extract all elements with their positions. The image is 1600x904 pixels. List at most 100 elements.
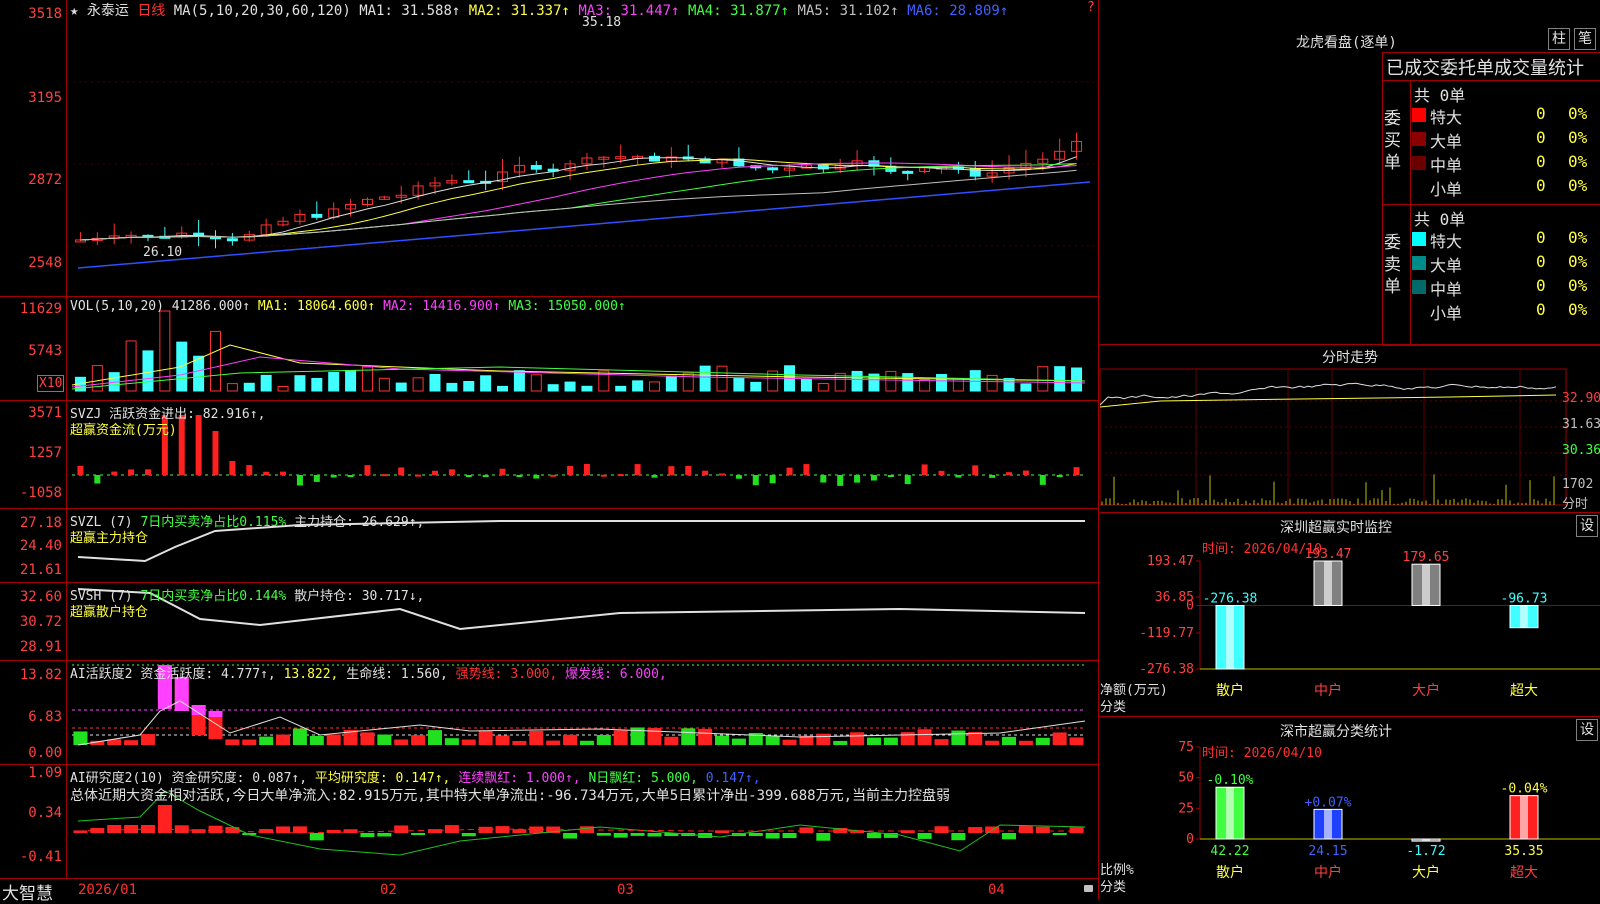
active-bar: [596, 734, 611, 745]
lock-icon[interactable]: [1084, 885, 1093, 892]
ma120-line: [77, 181, 1091, 269]
candle-pane[interactable]: ★ 永泰运 日线 MA(5,10,20,30,60,120) MA1: 31.5…: [0, 0, 1098, 296]
sell-row-pct: 0%: [1568, 300, 1588, 319]
ma-value-1: MA1: 31.588↑: [359, 3, 461, 19]
svzj-tick-3: -1058: [19, 485, 62, 501]
candle-body: [463, 180, 475, 184]
flow-bar: [668, 466, 675, 475]
research-bar: [495, 826, 510, 833]
svsh-pane[interactable]: SVSH (7) 7日内买卖净占比0.144% 散户持仓: 30.717↓, 超…: [0, 582, 1098, 661]
active-bar: [326, 734, 341, 745]
flow-bar: [499, 468, 506, 475]
volume-pane[interactable]: VOL(5,10,20) 41286.000↑ MA1: 18064.600↑ …: [0, 296, 1098, 401]
intraday-title: 分时走势: [1322, 350, 1378, 366]
volume-bar: [378, 377, 390, 392]
active-bar: [1035, 737, 1050, 745]
ma-line: [80, 162, 1077, 241]
active-bar: [951, 730, 966, 745]
panel-divider: [1098, 0, 1099, 900]
ai-research-pane[interactable]: AI研究度2(10) 资金研究度: 0.087↑, 平均研究度: 0.147↑,…: [0, 764, 1098, 879]
brand-logo[interactable]: 大智慧: [2, 879, 53, 904]
research-bar: [225, 827, 240, 833]
bar-view-button[interactable]: 柱: [1548, 28, 1570, 50]
intraday-chart: [1100, 368, 1567, 506]
buy-row-pct: 0%: [1568, 128, 1588, 147]
flow-bar: [364, 465, 371, 475]
flow-bar: [972, 465, 979, 475]
active-bar: [140, 734, 155, 745]
active-bar: [259, 736, 274, 745]
sz-stats-panel[interactable]: 深市超赢分类统计 设 时间: 2026/04/10 75 50 25 0 42.22 -0…: [1100, 716, 1600, 901]
buy-swatch-2: [1412, 156, 1426, 170]
volume-bar: [733, 377, 745, 392]
period-label[interactable]: 日线: [137, 3, 165, 19]
category-label: 散户: [1216, 864, 1244, 881]
ai-active-tick-2: 6.83: [28, 709, 62, 725]
bar-highlight: [1226, 605, 1234, 669]
ai-active-pane[interactable]: AI活跃度2 资金活跃度: 4.777↑, 13.822, 生命线: 1.560…: [0, 660, 1098, 765]
research-bar: [377, 833, 392, 837]
intraday-panel[interactable]: 分时走势 32.90 31.63 30.36 1702 分时: [1100, 344, 1600, 513]
ai-active-tick-1: 13.82: [19, 667, 62, 683]
svzl-pane[interactable]: SVZL (7) 7日内买卖净占比0.115% 主力持仓: 26.629↑, 超…: [0, 508, 1098, 583]
flow-bar: [719, 473, 726, 476]
ma-value-2: MA2: 31.337↑: [460, 3, 570, 19]
flow-bar: [246, 465, 253, 475]
category-label: 散户: [1216, 682, 1244, 699]
research-bar: [596, 833, 611, 836]
volume-bar: [851, 370, 863, 392]
research-bar: [107, 825, 122, 833]
sell-row-count: 0: [1536, 228, 1546, 247]
flow-bar: [702, 470, 709, 475]
flow-bar: [431, 470, 438, 475]
y-tick-label: 193.47: [1147, 554, 1194, 569]
research-bar: [951, 833, 966, 841]
active-bar: [529, 730, 544, 745]
research-bar: [360, 833, 375, 838]
volume-bar: [530, 374, 542, 392]
active-bar: [765, 736, 780, 745]
volume-bar: [497, 385, 509, 392]
bar-highlight: [1520, 605, 1528, 628]
intraday-avg-line: [1100, 394, 1557, 408]
intraday-price-line: [1100, 382, 1557, 406]
bar-highlight: [1324, 561, 1332, 606]
flow-bar: [617, 474, 624, 477]
flow-bar: [330, 475, 337, 478]
research-bar: [512, 829, 527, 833]
active-bar: [478, 730, 493, 745]
ai-continuous-red: 连续飘红: 1.000↑,: [458, 771, 581, 786]
active-bar: [461, 739, 476, 745]
sell-row-name: 中单: [1430, 280, 1463, 299]
volume-bar: [935, 374, 947, 392]
research-bar: [1052, 833, 1067, 836]
active-bar: [124, 740, 139, 745]
active-bar: [866, 737, 881, 745]
ai-research-extra: 0.147↑,: [705, 771, 761, 786]
active-bar: [715, 735, 730, 745]
x-label-feb: 02: [380, 882, 397, 898]
sell-row-count: 0: [1536, 252, 1546, 271]
ma-values: MA1: 31.588↑ MA2: 31.337↑ MA3: 31.447↑ M…: [359, 3, 1008, 19]
sz-monitor-chart: 193.4736.850-119.77-276.38-276.38散户193.4…: [1139, 547, 1600, 699]
flow-bar: [550, 474, 557, 477]
vol-ma2: MA2: 14416.900↑: [383, 299, 501, 314]
ai-research-tick-2: 0.34: [28, 805, 62, 821]
research-bar: [1018, 825, 1033, 833]
flow-bar: [803, 464, 810, 475]
ai-research-tick-3: -0.41: [19, 849, 62, 865]
svzj-pane[interactable]: SVZJ 活跃资金进出: 82.916↑, 超赢资金流(万元) 3571 125…: [0, 400, 1098, 505]
active-bar: [495, 735, 510, 745]
buy-row-pct: 0%: [1568, 104, 1588, 123]
vol-ma2-line: [71, 356, 1086, 388]
star-icon[interactable]: ★: [70, 3, 78, 19]
sz-monitor-panel[interactable]: 深圳超赢实时监控 设 时间: 2026/04/10 193.47 36.85 0 -1…: [1100, 512, 1600, 717]
help-icon[interactable]: ?: [1087, 0, 1095, 15]
bar-change-label: -0.10%: [1207, 773, 1254, 788]
tick-view-button[interactable]: 笔: [1574, 28, 1596, 50]
research-bar: [934, 826, 949, 833]
buy-row-name: 小单: [1430, 180, 1463, 199]
ai-active-value: 资金活跃度: 4.777↑,: [140, 667, 276, 682]
flow-bar: [212, 431, 219, 475]
active-bar: [698, 728, 713, 745]
